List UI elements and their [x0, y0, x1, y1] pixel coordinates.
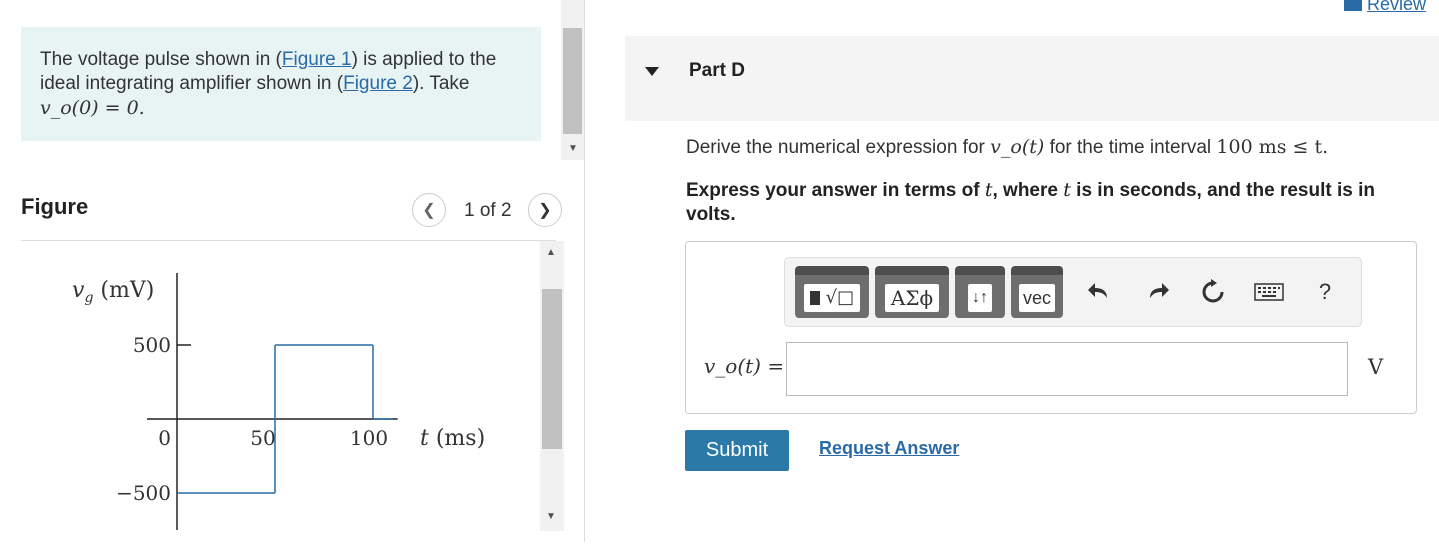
time-interval: 100 ms ≤ t.: [1216, 136, 1329, 158]
problem-scrollbar[interactable]: ▼: [561, 0, 584, 160]
y-axis-label: vg (mV): [72, 278, 154, 306]
y-tick-label: 500: [133, 333, 171, 357]
submit-button[interactable]: Submit: [685, 430, 789, 471]
problem-statement: The voltage pulse shown in (Figure 1) is…: [21, 27, 541, 141]
part-header[interactable]: Part D: [625, 36, 1439, 121]
axes: [147, 273, 398, 530]
greek-symbols-button[interactable]: ΑΣϕ: [875, 266, 949, 318]
figure-2-link[interactable]: Figure 2: [343, 73, 413, 94]
next-figure-button[interactable]: ❯: [528, 193, 562, 227]
scroll-down-arrow-icon[interactable]: ▼: [568, 143, 578, 154]
figure-scrollbar-thumb[interactable]: [542, 289, 562, 449]
y-tick-label: 0: [158, 426, 171, 450]
vo-symbol: v_o(t): [990, 136, 1045, 158]
initial-condition: v_o(0) = 0.: [40, 97, 145, 119]
x-axis-label: t (ms): [420, 426, 485, 451]
help-button[interactable]: ?: [1309, 276, 1341, 308]
voltage-pulse-chart: vg (mV) 500 0 −500 50 100 t (ms): [72, 273, 485, 530]
answer-input[interactable]: [786, 342, 1348, 396]
request-answer-link[interactable]: Request Answer: [819, 438, 959, 459]
y-tick-label: −500: [116, 481, 171, 505]
figure-separator: [21, 240, 556, 241]
unit-label: V: [1368, 355, 1384, 379]
arrows-button[interactable]: ↓↑: [955, 266, 1005, 318]
scroll-up-arrow-icon[interactable]: ▲: [546, 247, 556, 258]
undo-icon[interactable]: [1084, 276, 1116, 308]
keyboard-icon[interactable]: [1253, 276, 1285, 308]
question-text: Derive the numerical expression for v_o(…: [686, 136, 1329, 158]
vector-button[interactable]: vec: [1011, 266, 1063, 318]
x-tick-label: 50: [250, 426, 275, 450]
figure-scrollbar[interactable]: ▲ ▼: [540, 241, 564, 531]
arrows-label: ↓↑: [968, 283, 992, 312]
templates-icon: √□: [803, 283, 861, 312]
vec-label: vec: [1018, 283, 1055, 312]
templates-button[interactable]: √□: [795, 266, 869, 318]
part-title: Part D: [689, 60, 745, 81]
chevron-left-icon: ❮: [422, 202, 436, 219]
x-tick-label: 100: [350, 426, 388, 450]
scroll-down-arrow-icon[interactable]: ▼: [546, 511, 556, 522]
reset-icon[interactable]: [1197, 276, 1229, 308]
figure-title: Figure: [21, 194, 89, 219]
math-toolbar: √□ ΑΣϕ ↓↑ vec ?: [784, 257, 1362, 327]
problem-scrollbar-thumb[interactable]: [563, 28, 582, 134]
book-icon: [1344, 0, 1362, 12]
previous-figure-button[interactable]: ❮: [412, 193, 446, 227]
collapse-triangle-icon[interactable]: [645, 67, 659, 76]
pane-divider: [584, 0, 585, 542]
greek-label: ΑΣϕ: [884, 283, 940, 312]
figure-1-link[interactable]: Figure 1: [282, 49, 352, 70]
answer-label: v_o(t) =: [704, 354, 785, 378]
answer-panel: √□ ΑΣϕ ↓↑ vec ? v_o(t) = V: [685, 241, 1417, 414]
figure-pager: 1 of 2: [464, 200, 512, 221]
problem-text: The voltage pulse shown in (Figure 1) is…: [40, 49, 497, 119]
instruction-text: Express your answer in terms of t, where…: [686, 179, 1375, 225]
review-link[interactable]: Review: [1344, 0, 1426, 15]
chevron-right-icon: ❯: [538, 202, 552, 219]
redo-icon[interactable]: [1141, 276, 1173, 308]
